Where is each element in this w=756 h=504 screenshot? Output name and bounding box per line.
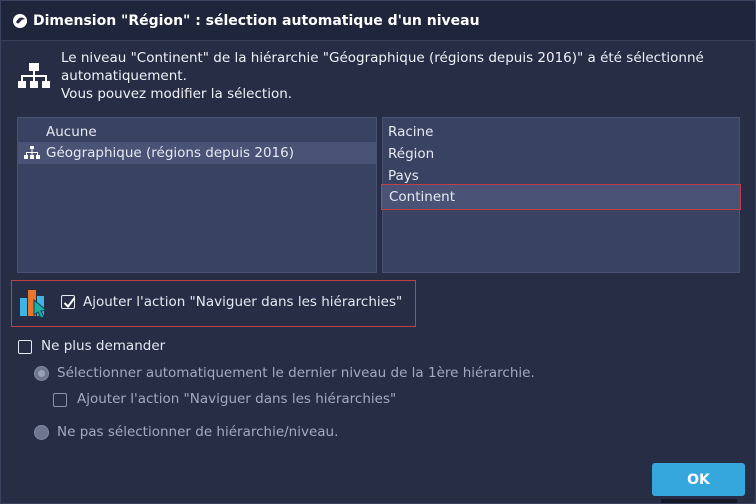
level-item-racine[interactable]: Racine bbox=[383, 121, 739, 143]
dont-ask-checkbox[interactable] bbox=[18, 340, 32, 354]
info-line-2: automatiquement. bbox=[61, 68, 187, 84]
list-item-label: Racine bbox=[388, 124, 434, 140]
dialog: Dimension "Région" : sélection automatiq… bbox=[0, 0, 756, 504]
check-icon bbox=[63, 297, 76, 309]
auto-last-level-label: Sélectionner automatiquement le dernier … bbox=[57, 365, 535, 381]
level-item-continent[interactable]: Continent bbox=[381, 184, 741, 210]
ok-button[interactable]: OK bbox=[652, 463, 745, 496]
navigate-action-label: Ajouter l'action "Naviguer dans les hiér… bbox=[83, 294, 403, 310]
no-selection-radio[interactable] bbox=[34, 425, 49, 440]
list-item-label: Aucune bbox=[46, 124, 97, 140]
auto-last-level-radio[interactable] bbox=[34, 366, 49, 381]
level-list[interactable]: Racine Région Pays Continent bbox=[381, 117, 741, 273]
list-item-label: Région bbox=[388, 146, 435, 162]
no-selection-label: Ne pas sélectionner de hiérarchie/niveau… bbox=[57, 424, 339, 440]
radio-dot bbox=[38, 370, 45, 377]
list-item-label: Pays bbox=[388, 168, 419, 184]
info-line-3: Vous pouvez modifier la sélection. bbox=[61, 86, 293, 102]
hierarchy-item-aucune[interactable]: Aucune bbox=[18, 121, 376, 143]
title-bar: Dimension "Région" : sélection automatiq… bbox=[1, 1, 755, 41]
window-title: Dimension "Région" : sélection automatiq… bbox=[33, 12, 480, 29]
list-item-label: Géographique (régions depuis 2016) bbox=[46, 145, 295, 161]
navigate-action-checkbox[interactable] bbox=[61, 295, 76, 309]
app-logo-icon bbox=[11, 12, 29, 30]
info-message: Le niveau "Continent" de la hiérarchie "… bbox=[61, 49, 741, 103]
dont-ask-label: Ne plus demander bbox=[41, 338, 166, 354]
level-item-region[interactable]: Région bbox=[383, 143, 739, 165]
hierarchy-icon bbox=[24, 146, 40, 160]
hierarchy-icon bbox=[17, 61, 51, 91]
info-line-1: Le niveau "Continent" de la hiérarchie "… bbox=[61, 50, 704, 66]
navigate-hierarchies-icon bbox=[18, 288, 52, 319]
ok-shadow bbox=[661, 499, 737, 503]
hierarchy-item-geographique[interactable]: Géographique (régions depuis 2016) bbox=[18, 142, 376, 164]
add-navigate-action-checkbox[interactable] bbox=[53, 393, 67, 407]
navigate-action-box: Ajouter l'action "Naviguer dans les hiér… bbox=[11, 280, 416, 327]
hierarchy-list[interactable]: Aucune Géographique (régions depuis 2016… bbox=[17, 117, 377, 273]
list-item-label: Continent bbox=[389, 189, 455, 205]
add-navigate-action-label: Ajouter l'action "Naviguer dans les hiér… bbox=[77, 391, 397, 407]
